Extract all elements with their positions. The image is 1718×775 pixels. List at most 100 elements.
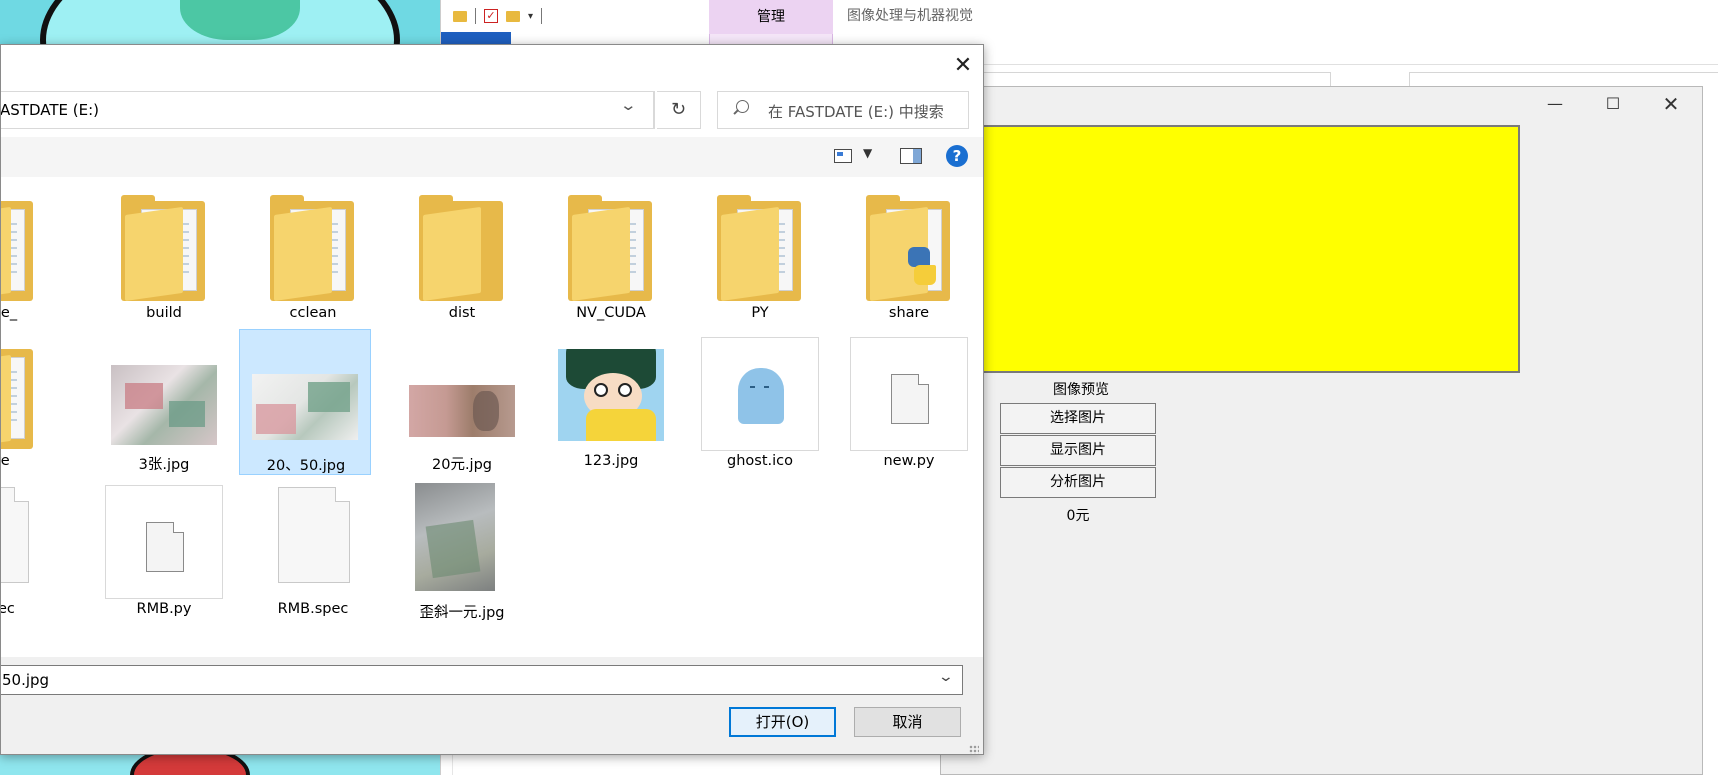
minimize-icon[interactable]: — — [1526, 87, 1584, 121]
folder-item[interactable]: cclean — [248, 185, 378, 331]
ghost-icon — [738, 368, 784, 424]
folder-icon — [121, 195, 205, 301]
image-thumbnail: M — [558, 349, 664, 441]
item-label: 20元.jpg — [432, 457, 492, 473]
item-label: ware — [0, 453, 10, 469]
folder-icon — [1, 349, 33, 449]
resize-grip-icon[interactable] — [969, 745, 979, 754]
item-label: PY — [751, 305, 769, 321]
file-item[interactable]: 3张.jpg — [99, 333, 229, 479]
window-title: 图像处理与机器视觉 — [847, 8, 973, 24]
folder-item[interactable]: share — [844, 185, 974, 331]
item-label: RMB.spec — [277, 601, 349, 617]
item-label: cclean — [289, 305, 337, 321]
change-view-icon[interactable] — [834, 149, 852, 163]
image-thumbnail — [409, 385, 515, 437]
properties-check-icon[interactable]: ✓ — [484, 9, 498, 23]
image-thumbnail — [111, 365, 217, 445]
customize-toolbar-arrow-icon[interactable]: ▾ — [528, 11, 533, 22]
separator — [653, 92, 654, 128]
icon-frame — [701, 337, 819, 451]
dialog-footer: 50.jpg ⌄ 打开(O) 取消 — [1, 657, 983, 754]
document-icon — [891, 374, 929, 424]
item-label: 歪斜一元.jpg — [419, 605, 505, 621]
file-item[interactable]: 歪斜一元.jpg — [397, 481, 527, 627]
analyze-image-button[interactable]: 分析图片 — [1000, 467, 1156, 498]
chevron-down-icon[interactable]: ▼ — [863, 146, 872, 160]
search-placeholder: 在 FASTDATE (E:) 中搜索 — [768, 103, 944, 121]
file-item[interactable]: RMB.spec — [248, 481, 378, 627]
chevron-down-icon[interactable]: ⌄ — [938, 669, 954, 685]
folder-item[interactable]: build — [99, 185, 229, 331]
preview-pane-icon[interactable] — [900, 148, 922, 164]
file-item[interactable]: M 123.jpg — [546, 333, 676, 479]
icon-frame — [105, 485, 223, 599]
folder-icon — [717, 195, 801, 301]
file-item[interactable]: 20元.jpg — [397, 333, 527, 479]
result-amount: 0元 — [1066, 508, 1090, 524]
new-folder-icon[interactable] — [506, 10, 520, 22]
item-label: dist — [448, 305, 476, 321]
search-icon — [732, 100, 749, 118]
item-label: RMB.py — [136, 601, 192, 617]
close-icon[interactable]: ✕ — [1642, 87, 1700, 121]
refresh-icon[interactable]: ↻ — [657, 91, 701, 129]
search-input[interactable]: 在 FASTDATE (E:) 中搜索 — [717, 91, 969, 129]
item-label: ghost.ico — [727, 453, 793, 469]
file-item[interactable]: new.py — [844, 333, 974, 479]
help-icon[interactable]: ? — [946, 145, 968, 167]
item-label: new.py — [883, 453, 935, 469]
item-label: 20、50.jpg — [266, 458, 346, 474]
folder-item[interactable]: ware — [0, 333, 57, 479]
item-label: 3张.jpg — [138, 457, 190, 473]
file-list: cache_ build cclean dist NV_CUDA PY shar… — [0, 177, 983, 657]
address-text: ASTDATE (E:) — [0, 101, 99, 119]
filename-value: 50.jpg — [2, 671, 50, 689]
dialog-toolbar: ▼ ? — [1, 137, 983, 177]
python-folder-icon — [866, 195, 950, 301]
folder-icon — [1, 201, 33, 301]
item-label: NV_CUDA — [576, 305, 646, 321]
folder-icon — [270, 195, 354, 301]
maximize-icon[interactable]: ☐ — [1584, 87, 1642, 121]
address-bar[interactable]: ASTDATE (E:) ⌄ — [0, 91, 655, 129]
preview-label: 图像预览 — [1053, 382, 1109, 398]
cancel-button[interactable]: 取消 — [854, 707, 961, 737]
folder-item[interactable]: dist — [397, 185, 527, 331]
document-icon — [1, 487, 29, 583]
icon-frame — [850, 337, 968, 451]
document-icon — [278, 487, 350, 583]
file-item-selected[interactable]: 20、50.jpg — [239, 329, 371, 475]
filename-input[interactable]: 50.jpg ⌄ — [1, 665, 963, 695]
file-item[interactable]: ghost.ico — [695, 333, 825, 479]
folder-item[interactable]: PY — [695, 185, 825, 331]
file-item[interactable]: v.spec — [1, 481, 57, 627]
open-button[interactable]: 打开(O) — [729, 707, 836, 737]
document-icon — [146, 522, 184, 572]
item-label: build — [146, 305, 182, 321]
quick-access-toolbar: ✓ ▾ — [441, 0, 711, 32]
select-image-button[interactable]: 选择图片 — [1000, 403, 1156, 434]
folder-item[interactable]: NV_CUDA — [546, 185, 676, 331]
separator — [541, 8, 543, 24]
tab-management[interactable]: 管理 — [709, 0, 833, 34]
item-label: 123.jpg — [583, 453, 639, 469]
folder-item[interactable]: cache_ — [0, 185, 57, 331]
folder-icon[interactable] — [453, 10, 467, 22]
image-thumbnail — [252, 374, 358, 440]
item-label: share — [888, 305, 930, 321]
show-image-button[interactable]: 显示图片 — [1000, 435, 1156, 466]
folder-icon — [419, 195, 503, 301]
item-label: cache_ — [0, 305, 18, 321]
item-label: v.spec — [1, 601, 15, 617]
folder-icon — [568, 195, 652, 301]
image-recognition-app-window: — ☐ ✕ 图像预览 选择图片 显示图片 分析图片 0元 — [881, 86, 1703, 775]
management-subtab[interactable] — [709, 34, 833, 44]
chevron-down-icon[interactable]: ⌄ — [619, 96, 637, 114]
close-icon[interactable]: ✕ — [945, 51, 981, 81]
separator — [475, 8, 476, 24]
tab-file[interactable] — [441, 32, 511, 44]
file-item[interactable]: RMB.py — [99, 481, 229, 627]
image-thumbnail — [415, 483, 495, 591]
open-file-dialog: ✕ ASTDATE (E:) ⌄ ↻ 在 FASTDATE (E:) 中搜索 ▼… — [0, 44, 984, 755]
